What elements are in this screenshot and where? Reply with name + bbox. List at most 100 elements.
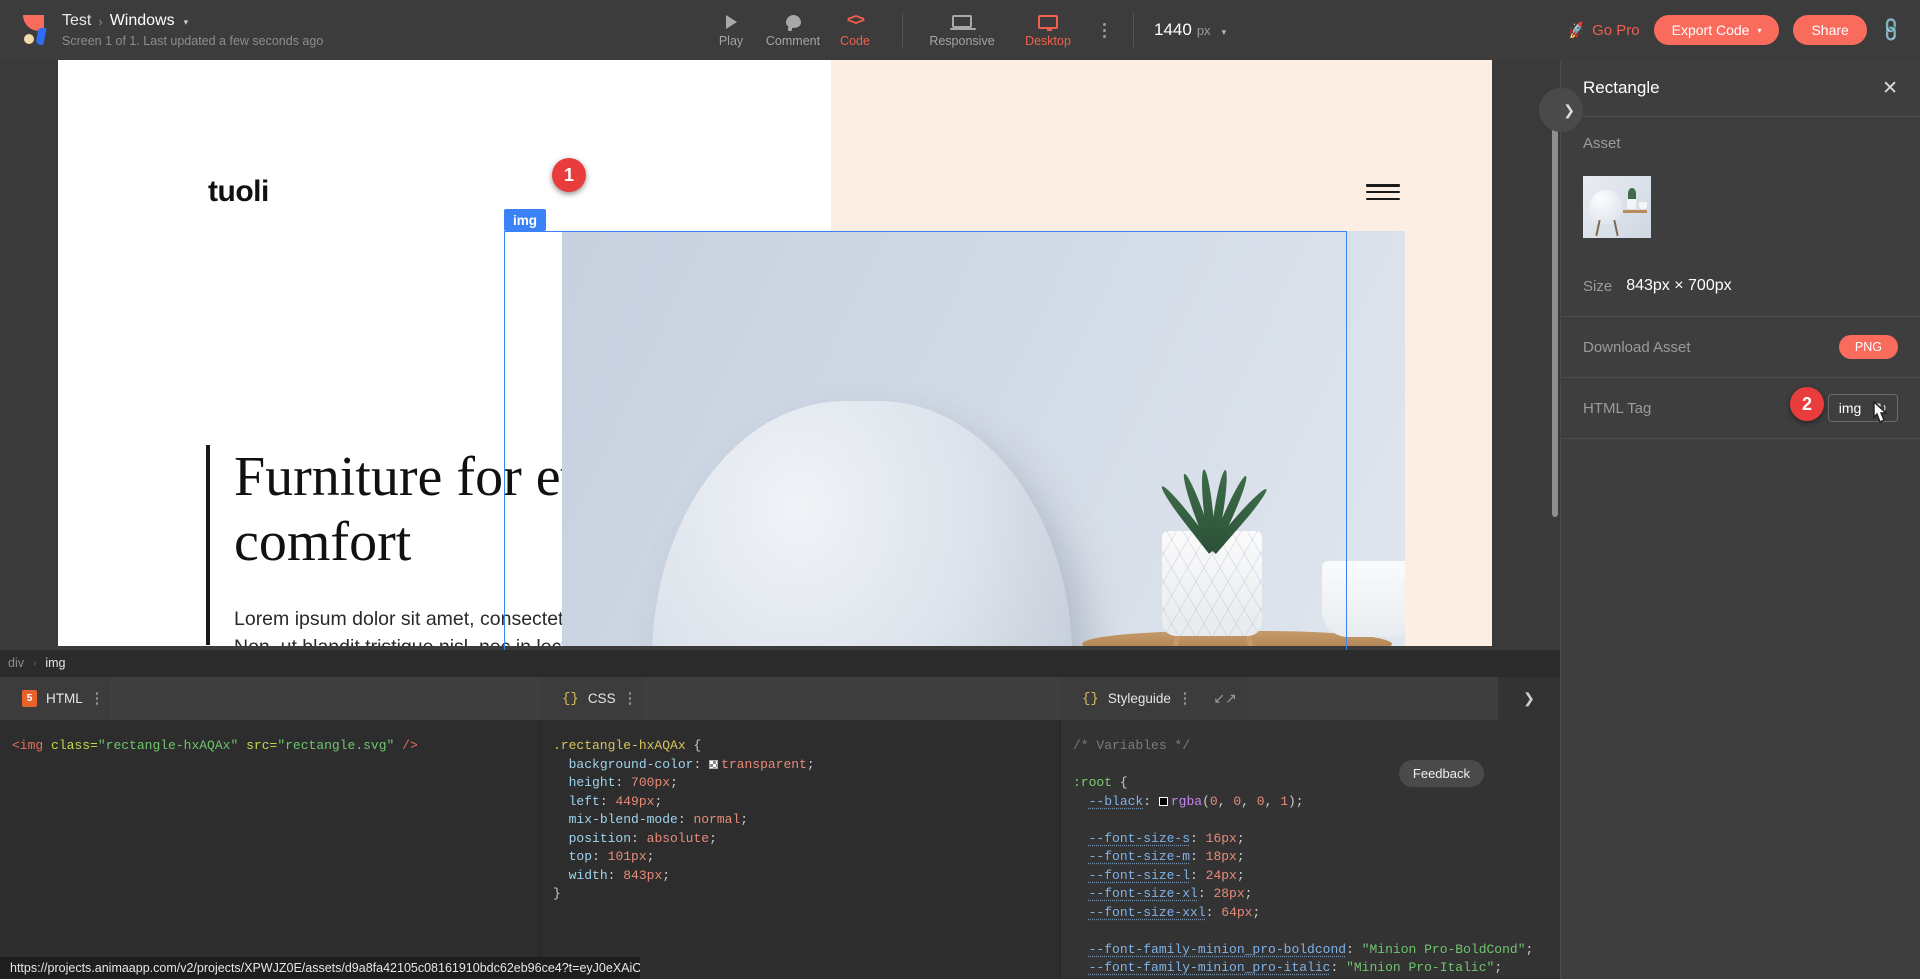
screen-status-text: Screen 1 of 1. Last updated a few second… xyxy=(62,34,324,48)
share-button[interactable]: Share xyxy=(1793,15,1867,45)
top-toolbar: Test › Windows ▾ Screen 1 of 1. Last upd… xyxy=(0,0,1920,60)
size-value: 843px × 700px xyxy=(1626,277,1732,294)
tool-code-label: Code xyxy=(840,33,870,48)
device-desktop[interactable]: Desktop xyxy=(1005,0,1091,60)
status-url-text: https://projects.animaapp.com/v2/project… xyxy=(10,961,640,975)
go-pro-button[interactable]: 🚀 Go Pro xyxy=(1566,20,1640,39)
css-code-pane[interactable]: .rectangle-hxAQAx { background-color: tr… xyxy=(540,719,1060,978)
chevron-down-icon[interactable]: ▾ xyxy=(184,17,189,28)
code-brackets-icon: <> xyxy=(846,12,865,31)
breadcrumb: Test › Windows ▾ Screen 1 of 1. Last upd… xyxy=(62,12,323,48)
play-icon xyxy=(725,13,737,31)
mode-tools: Play Comment <> Code Responsive Desktop xyxy=(700,0,1226,60)
braces-icon: {} xyxy=(562,690,579,707)
tool-comment[interactable]: Comment xyxy=(762,0,824,60)
canvas-width-value: 1440 xyxy=(1154,20,1192,39)
site-logo[interactable]: tuoli xyxy=(208,175,269,209)
hero-accent-bar xyxy=(206,445,210,645)
properties-panel-header: Rectangle ✕ xyxy=(1561,60,1920,116)
asset-thumbnail[interactable] xyxy=(1583,176,1651,238)
top-right-actions: 🚀 Go Pro Export Code ▾ Share 🔗 xyxy=(1566,0,1905,60)
asset-section: Asset xyxy=(1561,117,1920,238)
tour-marker-1[interactable]: 1 xyxy=(552,158,586,192)
go-pro-label: Go Pro xyxy=(1592,21,1640,39)
properties-panel: ❯ Rectangle ✕ Asset Size 843px × 700px D… xyxy=(1539,60,1920,979)
download-png-button[interactable]: PNG xyxy=(1838,335,1898,359)
panel-divider-4 xyxy=(1561,438,1920,439)
share-label: Share xyxy=(1811,22,1849,38)
toolbar-divider xyxy=(902,13,903,47)
link-chain-icon[interactable]: 🔗 xyxy=(1877,15,1906,44)
code-panes: <img class="rectangle-hxAQAx" src="recta… xyxy=(0,719,1560,978)
canvas-scrollbar[interactable] xyxy=(1552,122,1558,517)
styleguide-code-pane[interactable]: /* Variables */ :root { --black: rgba(0,… xyxy=(1060,719,1560,978)
tool-play[interactable]: Play xyxy=(700,0,762,60)
app-logo[interactable] xyxy=(0,15,58,45)
feedback-button[interactable]: Feedback xyxy=(1398,760,1484,787)
monitor-icon xyxy=(1038,13,1058,31)
artboard-preview[interactable]: tuoli Furniture for everyday comfort Lor… xyxy=(58,60,1492,646)
anima-logo-icon xyxy=(23,15,49,45)
tab-styleguide-label: Styleguide xyxy=(1107,691,1171,706)
selection-tag-label: img xyxy=(504,209,547,231)
panel-collapse-button[interactable]: ❯ xyxy=(1539,88,1583,132)
breadcrumb-separator-icon: › xyxy=(98,13,103,29)
plant-decor xyxy=(1140,401,1290,554)
code-breadcrumb-current[interactable]: img xyxy=(45,656,65,670)
html-tag-selector[interactable]: img ↻ xyxy=(1827,394,1898,422)
toolbar-divider-2 xyxy=(1133,13,1134,47)
close-icon[interactable]: ✕ xyxy=(1882,79,1898,98)
tool-comment-label: Comment xyxy=(765,33,821,48)
canvas-width-unit: px xyxy=(1196,23,1211,38)
tool-play-label: Play xyxy=(718,33,744,48)
tab-css-menu-icon[interactable] xyxy=(628,692,632,705)
device-responsive[interactable]: Responsive xyxy=(919,0,1005,60)
tour-marker-2[interactable]: 2 xyxy=(1790,387,1824,421)
html-code-pane[interactable]: <img class="rectangle-hxAQAx" src="recta… xyxy=(0,719,540,978)
code-tab-row: 5 HTML {} CSS {} Styleguide ↙↗ ❯ xyxy=(0,676,1560,720)
download-asset-row: Download Asset PNG xyxy=(1561,317,1920,377)
reset-icon[interactable]: ↻ xyxy=(1875,400,1887,417)
size-label: Size xyxy=(1583,277,1613,295)
kebab-menu-icon[interactable] xyxy=(1091,0,1117,60)
html5-icon: 5 xyxy=(22,690,37,707)
status-bar-url: https://projects.animaapp.com/v2/project… xyxy=(0,957,640,979)
code-breadcrumb-parent[interactable]: div xyxy=(8,656,24,670)
device-responsive-label: Responsive xyxy=(929,33,995,48)
code-panel: div › img 5 HTML {} CSS {} Styleguide ↙↗… xyxy=(0,650,1560,979)
device-desktop-label: Desktop xyxy=(1025,33,1071,48)
hero-image[interactable] xyxy=(562,231,1405,646)
braces-icon: {} xyxy=(1082,690,1099,707)
anima-code-editor: Test › Windows ▾ Screen 1 of 1. Last upd… xyxy=(0,0,1920,979)
chevron-down-icon: ▾ xyxy=(1221,27,1227,37)
comment-bubble-icon xyxy=(785,13,801,31)
html-code-line: <img class="rectangle-hxAQAx" src="recta… xyxy=(12,738,418,753)
tab-html[interactable]: 5 HTML xyxy=(0,677,111,720)
canvas-width-selector[interactable]: 1440 px ▾ xyxy=(1154,20,1226,40)
laptop-icon xyxy=(950,13,976,31)
tab-css[interactable]: {} CSS xyxy=(540,677,644,720)
export-code-label: Export Code xyxy=(1671,22,1750,38)
download-asset-label: Download Asset xyxy=(1583,338,1691,356)
collapse-diagonal-icon[interactable]: ↙↗ xyxy=(1213,690,1236,707)
asset-size-row: Size 843px × 700px xyxy=(1561,256,1920,316)
breadcrumb-project[interactable]: Test xyxy=(62,12,91,30)
code-breadcrumb: div › img xyxy=(0,650,1560,676)
tab-css-label: CSS xyxy=(587,691,616,706)
export-code-button[interactable]: Export Code ▾ xyxy=(1653,15,1780,45)
asset-section-label: Asset xyxy=(1583,135,1621,152)
rocket-icon: 🚀 xyxy=(1566,20,1587,39)
chevron-down-icon[interactable]: ❯ xyxy=(1498,677,1560,720)
hamburger-menu-icon[interactable] xyxy=(1366,184,1400,200)
tab-html-label: HTML xyxy=(46,691,83,706)
tab-html-menu-icon[interactable] xyxy=(95,692,99,705)
breadcrumb-screen[interactable]: Windows xyxy=(110,12,175,30)
tool-code[interactable]: <> Code xyxy=(824,0,886,60)
tab-styleguide[interactable]: {} Styleguide ↙↗ xyxy=(1060,677,1249,720)
html-tag-row: HTML Tag img ↻ xyxy=(1561,378,1920,438)
chevron-down-icon: ▾ xyxy=(1757,25,1762,35)
chevron-right-icon: › xyxy=(32,657,37,669)
canvas-area[interactable]: tuoli Furniture for everyday comfort Lor… xyxy=(0,60,1560,650)
tab-styleguide-menu-icon[interactable] xyxy=(1183,692,1187,705)
html-tag-value: img xyxy=(1838,400,1862,416)
